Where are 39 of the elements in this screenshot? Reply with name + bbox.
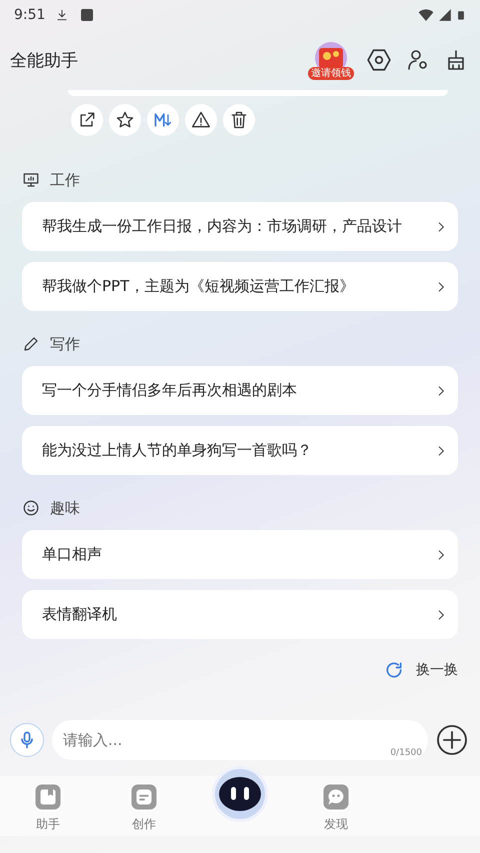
prompt-suggestion[interactable]: 帮我做个PPT，主题为《短视频运营工作汇报》 [22,262,458,311]
tab-item[interactable]: 创作 [96,776,192,833]
prompt-suggestion[interactable]: 能为没过上情人节的单身狗写一首歌吗？ [22,426,458,475]
document-icon [129,782,159,812]
prompt-suggestion[interactable]: 表情翻译机 [22,590,458,639]
prompt-suggestion[interactable]: 帮我生成一份工作日报，内容为：市场调研，产品设计 [22,202,458,251]
app-title: 全能助手 [10,50,78,72]
status-time: 9:51 [14,7,46,23]
download-icon [55,8,70,22]
signal-icon [438,8,452,22]
chat-icon [321,782,351,812]
monitor-icon [22,171,40,189]
add-button[interactable] [436,724,468,756]
tab-item[interactable]: 助手 [0,776,96,833]
section-title: 趣味 [50,498,80,518]
book-icon [33,782,63,812]
section-title: 写作 [50,334,80,354]
trash-button[interactable] [223,104,255,136]
tab-item[interactable]: 发现 [288,776,384,833]
markdown-button[interactable] [147,104,179,136]
section-title: 工作 [50,170,80,190]
prompt-suggestion[interactable]: 单口相声 [22,530,458,579]
voice-button[interactable] [10,723,44,757]
settings-icon[interactable] [366,47,392,73]
character-counter: 0/1500 [390,748,422,758]
pencil-icon [22,335,40,353]
plus-icon [436,724,468,756]
warning-icon [191,110,211,130]
refresh-button[interactable]: 换一换 [384,660,458,680]
star-button[interactable] [109,104,141,136]
prompt-suggestion[interactable]: 写一个分手情侣多年后再次相遇的剧本 [22,366,458,415]
app-icon [79,7,96,23]
wifi-icon [418,7,434,23]
share-button[interactable] [71,104,103,136]
smiley-icon [22,499,40,517]
trash-icon [229,110,249,130]
star-icon [115,110,135,130]
warning-button[interactable] [185,104,217,136]
refresh-icon [384,660,404,680]
